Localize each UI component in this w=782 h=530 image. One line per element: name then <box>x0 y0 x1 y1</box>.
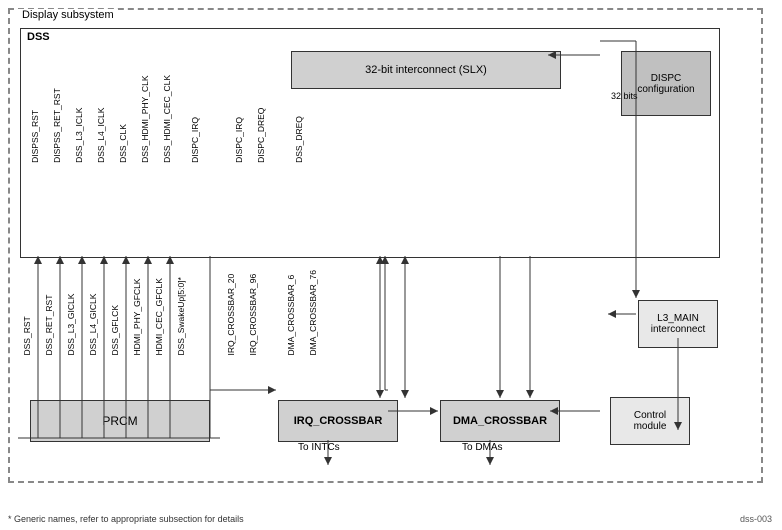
dispc-config-label: DISPCconfiguration <box>637 73 694 95</box>
signal-dss-hdmi-cec-clk: DSS_HDMI_CEC_CLK <box>162 75 172 163</box>
l3-main-label: L3_MAINinterconnect <box>651 313 705 335</box>
ext-signal-dma-cb-76: DMA_CROSSBAR_76 <box>308 270 318 356</box>
signal-dss-l3-iclk: DSS_L3_ICLK <box>74 75 84 163</box>
signal-dss-dreq: DSS_DREQ <box>294 75 304 163</box>
ext-signal-hdmi-phy-gfclk: HDMI_PHY_GFCLK <box>132 270 142 356</box>
irq-crossbar-box: IRQ_CROSSBAR <box>278 400 398 442</box>
dss-signals-group: DISPSS_RST DISPSS_RET_RST DSS_L3_ICLK DS… <box>30 75 304 163</box>
irq-crossbar-label: IRQ_CROSSBAR <box>294 415 383 427</box>
diagram-id: dss-003 <box>740 514 772 524</box>
interconnect-label: 32-bit interconnect (SLX) <box>365 64 487 76</box>
signal-dispss-rst: DISPSS_RST <box>30 75 40 163</box>
signal-dss-l4-iclk: DSS_L4_ICLK <box>96 75 106 163</box>
ext-signal-hdmi-cec-gfclk: HDMI_CEC_GFCLK <box>154 270 164 356</box>
dma-crossbar-label: DMA_CROSSBAR <box>453 415 547 427</box>
control-module-label: Controlmodule <box>634 410 667 432</box>
ext-signal-dss-gflck: DSS_GFLCK <box>110 270 120 356</box>
to-dmas-label: To DMAs <box>462 442 503 453</box>
ext-signal-dss-ret-rst: DSS_RET_RST <box>44 270 54 356</box>
to-intcs-label: To INTCs <box>298 442 340 453</box>
signal-dss-clk: DSS_CLK <box>118 75 128 163</box>
ext-signal-irq-cb-20: IRQ_CROSSBAR_20 <box>226 270 236 356</box>
signal-dispc-irq-1: DISPC_IRQ <box>190 75 200 163</box>
prcm-box: PRCM <box>30 400 210 442</box>
ext-signal-dss-swakeup: DSS_SwakeUp[5:0]* <box>176 270 186 356</box>
page: Display subsystem DSS 32-bit interconnec… <box>0 0 782 530</box>
prcm-label: PRCM <box>102 414 137 428</box>
footnote: * Generic names, refer to appropriate su… <box>8 514 244 524</box>
control-module-box: Controlmodule <box>610 397 690 445</box>
dispc-config-box: DISPCconfiguration <box>621 51 711 116</box>
signal-dispc-dreq: DISPC_DREQ <box>256 75 266 163</box>
ext-signal-irq-cb-96: IRQ_CROSSBAR_96 <box>248 270 258 356</box>
signal-dispc-irq-2: DISPC_IRQ <box>234 75 244 163</box>
ext-signal-dss-l4-giclk: DSS_L4_GICLK <box>88 270 98 356</box>
signal-dss-hdmi-phy-clk: DSS_HDMI_PHY_CLK <box>140 75 150 163</box>
display-subsystem-label: Display subsystem <box>18 9 118 21</box>
interconnect-box: 32-bit interconnect (SLX) <box>291 51 561 89</box>
dss-label: DSS <box>27 31 50 43</box>
external-signals-group: DSS_RST DSS_RET_RST DSS_L3_GICLK DSS_L4_… <box>22 270 318 356</box>
l3-main-box: L3_MAINinterconnect <box>638 300 718 348</box>
ext-signal-dma-cb-6: DMA_CROSSBAR_6 <box>286 270 296 356</box>
signal-dispss-ret-rst: DISPSS_RET_RST <box>52 75 62 163</box>
ext-signal-dss-l3-giclk: DSS_L3_GICLK <box>66 270 76 356</box>
ext-signal-dss-rst: DSS_RST <box>22 270 32 356</box>
bits-label: 32 bits <box>611 91 638 101</box>
dma-crossbar-box: DMA_CROSSBAR <box>440 400 560 442</box>
